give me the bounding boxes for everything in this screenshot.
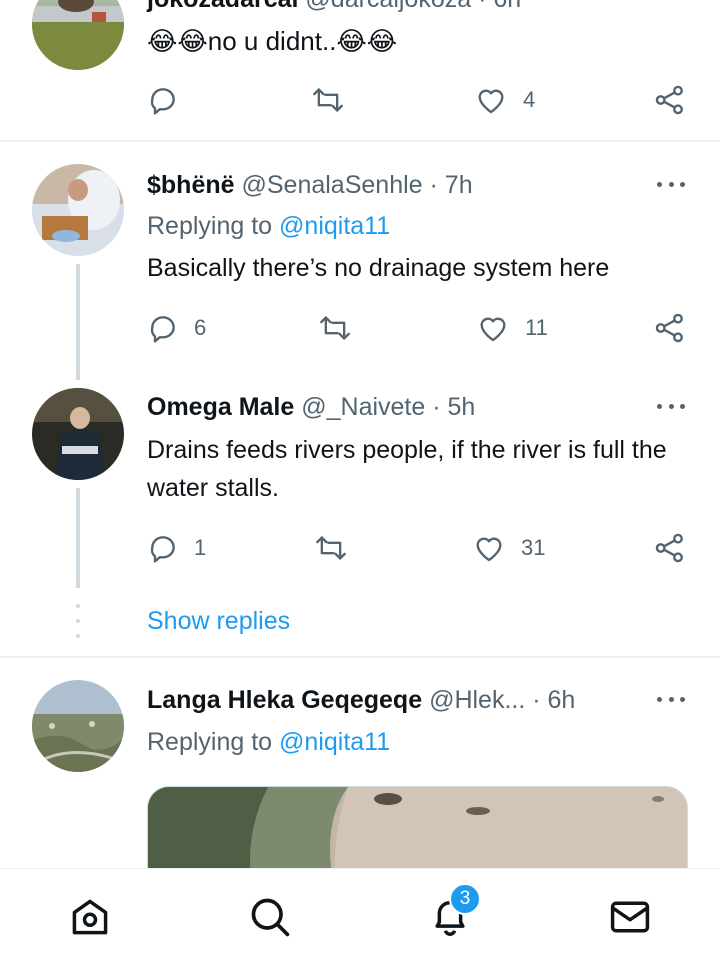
separator: ·	[532, 686, 541, 714]
tweet-time[interactable]: 5h	[448, 393, 476, 421]
share-button[interactable]	[654, 528, 686, 568]
thread-continuation-dots	[76, 604, 80, 638]
reply-icon	[147, 532, 179, 564]
share-icon	[654, 312, 686, 344]
like-count: 4	[523, 87, 536, 112]
reply-button[interactable]: 1	[147, 528, 206, 568]
reply-icon	[147, 84, 179, 116]
retweet-icon	[314, 532, 348, 564]
like-count: 31	[521, 535, 546, 560]
avatar[interactable]	[32, 0, 124, 70]
tweet[interactable]: $bhënë @SenalaSenhle · 7h Replying to @n…	[0, 142, 720, 380]
like-button[interactable]: 4	[474, 80, 535, 120]
replying-to: Replying to @niqita11	[147, 211, 390, 241]
notifications-badge: 3	[449, 883, 481, 915]
reply-count: 1	[194, 535, 207, 560]
separator: ·	[432, 393, 441, 421]
more-button[interactable]	[655, 174, 687, 194]
share-icon	[654, 84, 686, 116]
share-button[interactable]	[654, 308, 686, 348]
tweet-text: Drains feeds rivers people, if the river…	[147, 436, 667, 502]
tweet[interactable]: Omega Male @_Naivete · 5h Drains feeds r…	[0, 378, 720, 658]
like-icon	[474, 84, 508, 116]
avatar[interactable]	[32, 680, 124, 772]
display-name[interactable]: $bhënë	[147, 171, 235, 199]
messages-tab[interactable]	[608, 897, 652, 941]
user-handle[interactable]: @Hlek...	[429, 686, 525, 714]
retweet-button[interactable]	[314, 528, 348, 568]
separator: ·	[478, 0, 486, 13]
user-handle[interactable]: @SenalaSenhle	[241, 171, 422, 199]
home-tab[interactable]	[68, 897, 112, 941]
show-replies-link[interactable]: Show replies	[147, 606, 290, 636]
tweet-header: jokozadarcal @darcaljokoza · 6h	[147, 0, 521, 14]
tweet-time[interactable]: 6h	[493, 0, 521, 13]
user-handle[interactable]: @darcaljokoza	[305, 0, 471, 13]
tweet-actions: 1 31	[0, 528, 720, 568]
tweet-text: 😂😂no u didnt..😂😂	[147, 26, 398, 56]
reply-button[interactable]: 6	[147, 308, 206, 348]
display-name[interactable]: Langa Hleka Geqegeqe	[147, 686, 422, 714]
more-button[interactable]	[655, 396, 687, 416]
retweet-icon	[318, 312, 352, 344]
avatar[interactable]	[32, 388, 124, 480]
tweet-actions: 4	[0, 80, 720, 120]
more-button[interactable]	[655, 689, 687, 709]
reply-count: 6	[194, 315, 207, 340]
tweet[interactable]: jokozadarcal @darcaljokoza · 6h 😂😂no u d…	[0, 0, 720, 140]
tweet-header: $bhënë @SenalaSenhle · 7h	[147, 170, 473, 200]
tweet-time[interactable]: 6h	[548, 686, 576, 714]
replying-to-label: Replying to	[147, 212, 273, 240]
retweet-icon	[311, 84, 345, 116]
mention-link[interactable]: @niqita11	[279, 212, 390, 240]
tweet-actions: 6 11	[0, 308, 720, 348]
messages-icon	[608, 895, 652, 944]
user-handle[interactable]: @_Naivete	[301, 393, 425, 421]
like-count: 11	[525, 315, 548, 340]
share-button[interactable]	[654, 80, 686, 120]
like-icon	[476, 312, 510, 344]
display-name[interactable]: jokozadarcal	[147, 0, 298, 13]
reply-icon	[147, 312, 179, 344]
retweet-button[interactable]	[311, 80, 345, 120]
reply-button[interactable]	[147, 80, 194, 120]
bottom-navigation	[0, 868, 720, 967]
share-icon	[654, 532, 686, 564]
mention-link[interactable]: @niqita11	[279, 728, 390, 756]
like-button[interactable]: 11	[476, 308, 548, 348]
search-icon	[248, 895, 292, 944]
more-icon	[657, 181, 662, 187]
display-name[interactable]: Omega Male	[147, 393, 294, 421]
like-icon	[472, 532, 506, 564]
like-button[interactable]: 31	[472, 528, 545, 568]
avatar[interactable]	[32, 164, 124, 256]
home-icon	[68, 895, 112, 944]
tweet-header: Langa Hleka Geqegeqe @Hlek... · 6h	[147, 685, 575, 715]
tweet-header: Omega Male @_Naivete · 5h	[147, 392, 475, 422]
separator: ·	[429, 171, 438, 199]
more-icon	[657, 403, 662, 409]
search-tab[interactable]	[248, 897, 292, 941]
more-icon	[657, 696, 662, 702]
replying-to: Replying to @niqita11	[147, 727, 390, 757]
retweet-button[interactable]	[318, 308, 352, 348]
tweet-time[interactable]: 7h	[445, 171, 473, 199]
replying-to-label: Replying to	[147, 728, 273, 756]
tweet-text: Basically there’s no drainage system her…	[147, 254, 610, 282]
